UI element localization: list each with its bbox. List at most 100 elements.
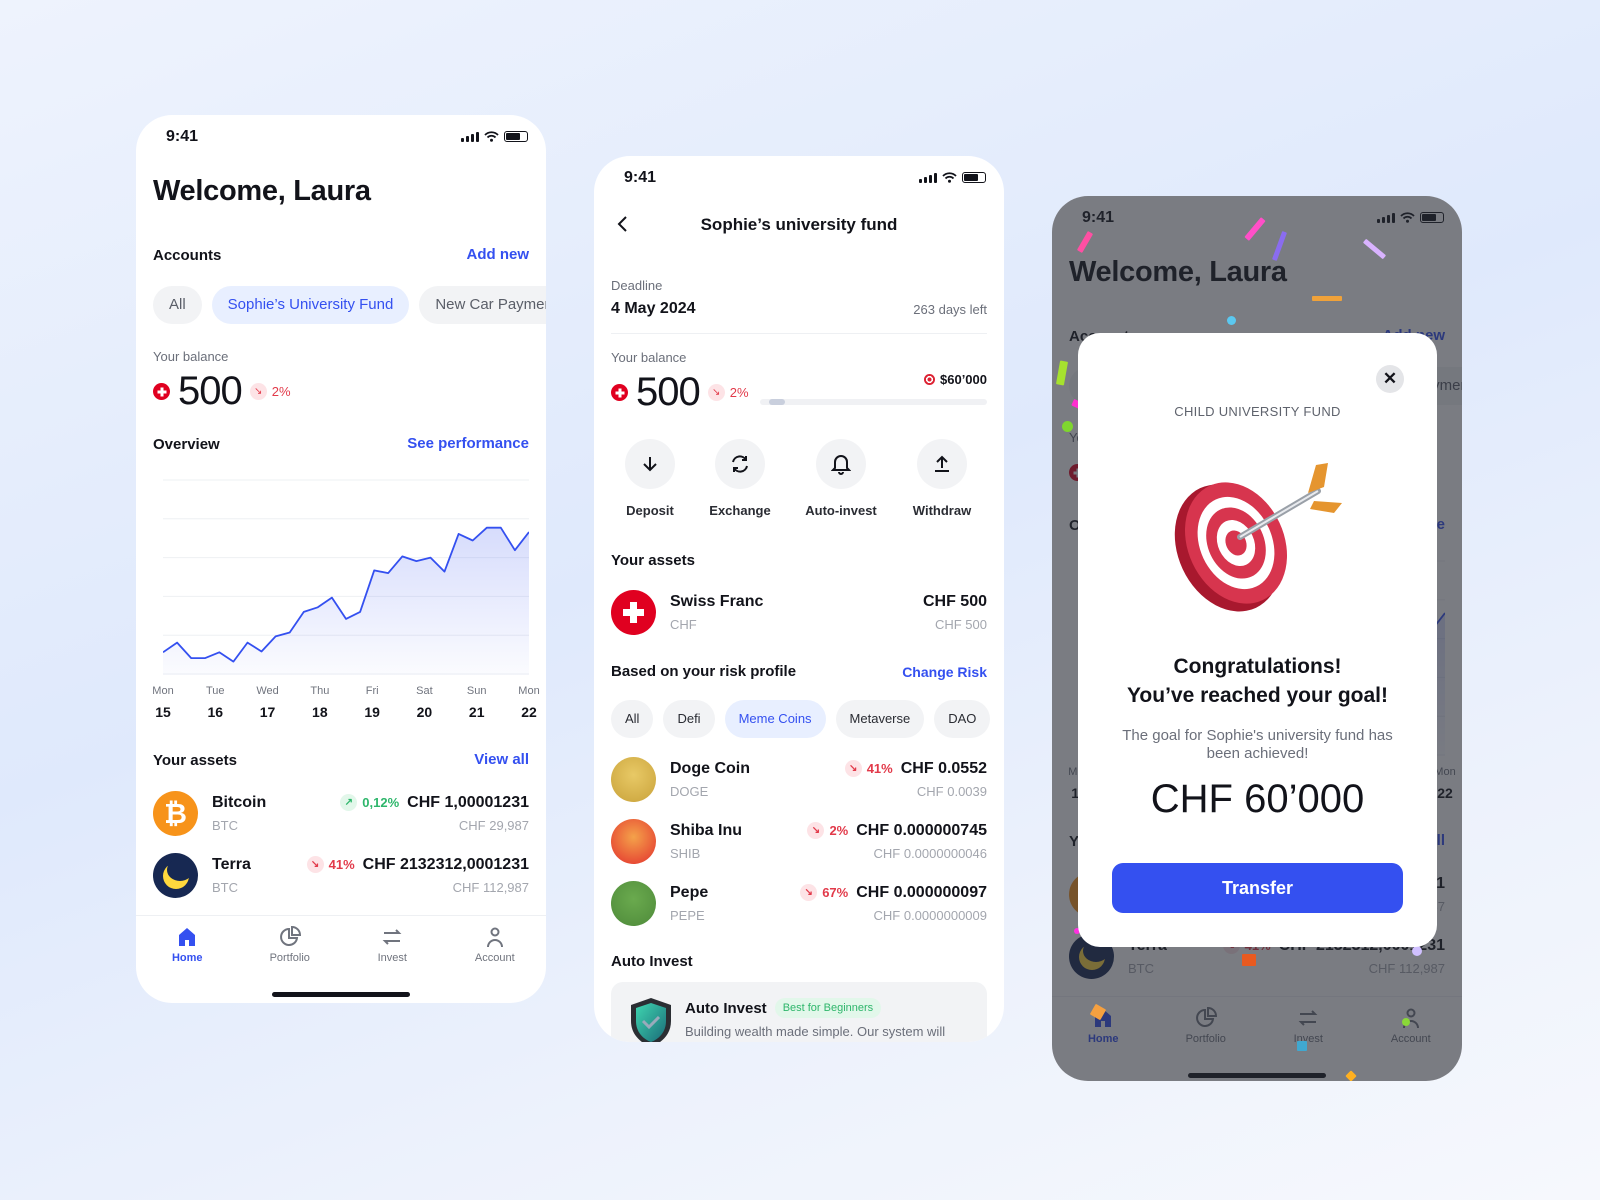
x-tick-label: Wed 17	[248, 685, 288, 720]
see-performance-link[interactable]: See performance	[407, 435, 529, 452]
goal-modal: ✕ CHILD UNIVERSITY FUND Congratulations!…	[1078, 333, 1437, 947]
asset-name: Bitcoin	[212, 793, 267, 811]
exchange-button[interactable]: Exchange	[690, 439, 790, 518]
fund-screen: 9:41 Sophie’s university fund Deadline 4…	[594, 156, 1004, 1042]
confetti-piece	[1345, 1070, 1357, 1081]
action-label: Deposit	[626, 503, 674, 518]
asset-ticker: CHF	[670, 616, 697, 632]
x-tick-date: 17	[259, 704, 276, 720]
x-tick-label: Sun 21	[457, 685, 497, 720]
nav-account[interactable]: Account	[444, 916, 547, 975]
x-tick-day: Wed	[256, 685, 279, 697]
asset-change: 0,12%	[362, 795, 400, 810]
asset-ticker: BTC	[212, 817, 238, 833]
coin-value: CHF 0.000000745	[856, 821, 987, 839]
nav-invest[interactable]: Invest	[341, 916, 444, 975]
deadline-date: 4 May 2024	[611, 300, 696, 317]
close-button[interactable]: ✕	[1376, 365, 1404, 393]
asset-row-bitcoin[interactable]: ₿ Bitcoin BTC ↗ 0,12% CHF 1,00001231 CHF 29,…	[153, 788, 529, 838]
risk-heading: Based on your risk profile	[611, 663, 797, 680]
coin-ticker: SHIB	[670, 845, 701, 861]
view-all-link[interactable]: View all	[474, 751, 529, 768]
asset-row-swiss-franc[interactable]: Swiss Franc CHF CHF 500 CHF 500	[611, 587, 987, 637]
auto-invest-title: Auto Invest	[685, 999, 767, 1017]
coin-sub-value: CHF 0.0000000046	[873, 845, 987, 861]
transfer-button[interactable]: Transfer	[1112, 863, 1403, 913]
risk-chip[interactable]: Metaverse	[835, 700, 925, 738]
upload-icon	[935, 455, 949, 472]
home-indicator	[272, 992, 410, 997]
nav-label: Invest	[377, 952, 407, 964]
auto-invest-card[interactable]: Auto Invest Best for Beginners Building w…	[611, 982, 987, 1042]
nav-home[interactable]: Home	[136, 916, 239, 975]
coin-row[interactable]: Pepe PEPE ↘ 67% CHF 0.000000097 CHF 0.000000…	[611, 878, 987, 928]
x-tick-date: 19	[364, 704, 380, 720]
asset-ticker: BTC	[212, 879, 238, 895]
account-chip-new-car[interactable]: New Car Payment	[419, 286, 546, 324]
doge-icon	[611, 756, 656, 802]
arrow-up-right-icon: ↗	[340, 794, 358, 811]
risk-chip[interactable]: DAO	[934, 700, 991, 738]
assets-heading: Your assets	[153, 752, 237, 769]
deposit-button[interactable]: Deposit	[600, 439, 700, 518]
bottom-nav: Home Portfolio Invest Account	[136, 915, 546, 975]
nav-portfolio[interactable]: Portfolio	[239, 916, 342, 975]
change-risk-link[interactable]: Change Risk	[902, 664, 987, 680]
signal-icon	[919, 172, 937, 183]
arrow-down-right-icon: ↘	[306, 856, 324, 873]
overview-heading: Overview	[153, 436, 220, 453]
confetti-piece	[1272, 231, 1287, 261]
coin-change: 2%	[829, 823, 849, 838]
nav-label: Account	[474, 952, 515, 964]
user-icon	[486, 927, 503, 948]
asset-name: Swiss Franc	[670, 592, 764, 610]
battery-icon	[962, 172, 986, 183]
refresh-icon	[732, 455, 748, 473]
modal-eyebrow: CHILD UNIVERSITY FUND	[1174, 404, 1341, 419]
coin-name: Shiba Inu	[670, 821, 742, 839]
account-chip-sophies-fund[interactable]: Sophie’s University Fund	[211, 286, 410, 324]
coin-row[interactable]: Shiba Inu SHIB ↘ 2% CHF 0.000000745 CHF 0.00…	[611, 816, 987, 866]
goal-progress-bar	[760, 399, 987, 405]
balance-amount: 500	[178, 369, 243, 413]
status-time: 9:41	[166, 128, 199, 145]
asset-sub-value: CHF 29,987	[458, 817, 529, 833]
confetti-piece	[1362, 238, 1387, 260]
arrow-down-right-icon: ↘	[707, 384, 725, 401]
confetti-piece	[1402, 1018, 1410, 1026]
divider	[611, 333, 987, 334]
coin-sub-value: CHF 0.0039	[916, 783, 987, 799]
arrow-down-right-icon: ↘	[800, 884, 818, 901]
x-tick-day: Mon	[152, 685, 174, 697]
asset-value: CHF 500	[922, 592, 987, 610]
auto-invest-button[interactable]: Auto-invest	[791, 439, 891, 518]
wifi-icon	[484, 131, 499, 142]
balance-amount: 500	[636, 370, 701, 414]
add-new-link[interactable]: Add new	[467, 246, 530, 263]
days-left: 263 days left	[913, 302, 987, 317]
goal-amount: CHF 60’000	[1150, 777, 1365, 821]
x-tick-day: Tue	[206, 685, 225, 697]
accounts-heading: Accounts	[153, 247, 222, 264]
status-icons	[919, 172, 986, 183]
goal-progress-fill	[769, 399, 785, 405]
home-icon	[179, 928, 196, 946]
action-label: Auto-invest	[805, 503, 877, 518]
confetti-piece	[1297, 1041, 1307, 1051]
modal-description: The goal for Sophie's university fund ha…	[1122, 727, 1393, 762]
asset-row-terra[interactable]: Terra BTC ↘ 41% CHF 2132312,0001231 CHF 112,…	[153, 850, 529, 900]
risk-chip[interactable]: All	[611, 700, 654, 738]
withdraw-button[interactable]: Withdraw	[892, 439, 992, 518]
swiss-flag-icon	[611, 384, 628, 401]
x-tick-label: Sat 20	[404, 685, 444, 720]
x-tick-label: Mon 15	[143, 685, 183, 720]
risk-chip[interactable]: Defi	[663, 700, 715, 738]
risk-chip[interactable]: Meme Coins	[724, 700, 826, 738]
coin-value: CHF 0.000000097	[856, 883, 987, 901]
asset-sub-value: CHF 500	[934, 616, 987, 632]
x-tick-day: Fri	[365, 685, 379, 697]
x-tick-date: 21	[468, 704, 485, 720]
account-chip-all[interactable]: All	[153, 286, 202, 324]
coin-row[interactable]: Doge Coin DOGE ↘ 41% CHF 0.0552 CHF 0.0039	[611, 754, 987, 804]
confetti-piece	[1312, 296, 1342, 301]
